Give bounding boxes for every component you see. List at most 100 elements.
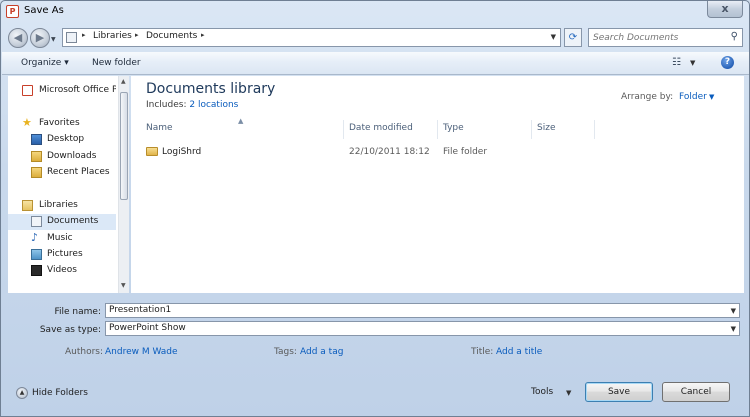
sidebar-item-music[interactable]: ♪ Music [8, 231, 116, 247]
address-dropdown-icon[interactable]: ▼ [551, 33, 556, 41]
column-header-name[interactable]: Name [146, 123, 173, 133]
documents-icon [31, 216, 42, 227]
tags-value[interactable]: Add a tag [300, 347, 343, 357]
sidebar-item-documents[interactable]: Documents [8, 214, 116, 230]
file-list-pane: Documents library Includes: 2 locations … [131, 76, 744, 293]
libraries-icon [22, 200, 33, 211]
chevron-right-icon[interactable]: ▸ [82, 31, 86, 39]
star-icon: ★ [22, 116, 32, 129]
sidebar-item-favorites[interactable]: ★ Favorites [8, 116, 116, 132]
sidebar-item-label: Pictures [47, 249, 83, 259]
title-value[interactable]: Add a title [496, 347, 542, 357]
sidebar-item-label: Libraries [39, 200, 78, 210]
save-button[interactable]: Save [585, 382, 653, 402]
arrange-by-label: Arrange by: [621, 92, 674, 102]
recent-places-icon [31, 167, 42, 178]
scroll-down-icon[interactable]: ▼ [121, 282, 126, 289]
file-date: 22/10/2011 18:12 [349, 147, 430, 157]
sidebar-item-pictures[interactable]: Pictures [8, 247, 116, 263]
file-name-label: File name: [54, 307, 101, 317]
music-icon: ♪ [31, 231, 39, 244]
sidebar-item-downloads[interactable]: Downloads [8, 149, 116, 165]
cancel-button[interactable]: Cancel [662, 382, 730, 402]
sidebar-item-desktop[interactable]: Desktop [8, 132, 116, 148]
file-row[interactable]: LogiShrd 22/10/2011 18:12 File folder [131, 144, 744, 160]
tools-menu[interactable]: Tools [531, 387, 553, 397]
arrange-by-value[interactable]: Folder [679, 92, 707, 102]
title-label: Title: [471, 347, 494, 357]
file-type: File folder [443, 147, 488, 157]
close-button[interactable]: x [707, 1, 743, 18]
file-name-value: Presentation1 [109, 305, 172, 315]
library-location-icon [66, 32, 77, 43]
column-divider[interactable] [531, 120, 532, 139]
column-header-date-modified[interactable]: Date modified [349, 123, 413, 133]
breadcrumb-documents[interactable]: Documents [146, 31, 197, 41]
breadcrumb-libraries[interactable]: Libraries [93, 31, 132, 41]
address-bar[interactable]: ▸ Libraries ▸ Documents ▸ ▼ [62, 28, 561, 47]
recent-pages-dropdown[interactable]: ▼ [51, 36, 56, 43]
chevron-up-icon: ▲ [16, 387, 28, 399]
save-type-select[interactable]: PowerPoint Show ▼ [105, 321, 740, 336]
tags-label: Tags: [274, 347, 297, 357]
help-icon[interactable]: ? [721, 56, 734, 69]
arrange-dropdown-icon[interactable]: ▼ [709, 93, 714, 101]
column-header-size[interactable]: Size [537, 123, 555, 133]
sidebar-item-office[interactable]: Microsoft Office Po [8, 83, 116, 99]
library-title: Documents library [146, 81, 276, 97]
save-type-label: Save as type: [39, 325, 101, 335]
window-title: Save As [24, 5, 64, 16]
sidebar-item-label: Microsoft Office Po [39, 85, 116, 95]
office-icon [22, 85, 33, 96]
includes-label: Includes: [146, 100, 187, 110]
chevron-right-icon[interactable]: ▸ [135, 31, 139, 39]
sidebar-item-videos[interactable]: Videos [8, 263, 116, 279]
sidebar-item-label: Favorites [39, 118, 80, 128]
sidebar-item-label: Recent Places [47, 167, 110, 177]
scroll-thumb[interactable] [120, 92, 128, 200]
navigation-pane: Microsoft Office Po ★ Favorites Desktop … [8, 76, 129, 293]
library-includes: Includes: 2 locations [146, 100, 238, 110]
sidebar-item-label: Videos [47, 265, 77, 275]
sidebar-item-recent-places[interactable]: Recent Places [8, 165, 116, 181]
hide-folders-label: Hide Folders [32, 388, 88, 398]
chevron-right-icon[interactable]: ▸ [201, 31, 205, 39]
authors-label: Authors: [65, 347, 104, 357]
save-type-value: PowerPoint Show [109, 323, 186, 333]
column-header-type[interactable]: Type [443, 123, 464, 133]
sidebar-item-label: Music [47, 233, 73, 243]
search-input[interactable] [593, 31, 723, 44]
save-as-dialog: P Save As x ◀ ▶ ▼ ▸ Libraries ▸ Document… [0, 0, 750, 417]
save-type-dropdown-icon[interactable]: ▼ [731, 325, 736, 333]
scroll-up-icon[interactable]: ▲ [121, 78, 126, 85]
sidebar-item-label: Downloads [47, 151, 97, 161]
authors-value[interactable]: Andrew M Wade [105, 347, 178, 357]
includes-locations-link[interactable]: 2 locations [189, 100, 238, 110]
search-icon[interactable]: ⚲ [731, 31, 738, 42]
search-box[interactable]: ⚲ [588, 28, 743, 47]
folder-icon [146, 147, 158, 156]
tools-dropdown-icon[interactable]: ▼ [566, 389, 571, 397]
command-toolbar: Organize ▾ New folder ☷ ▼ ? [2, 52, 749, 75]
powerpoint-app-icon: P [6, 5, 19, 18]
view-dropdown-icon[interactable]: ▼ [690, 59, 695, 67]
back-button[interactable]: ◀ [8, 28, 28, 48]
sidebar-item-label: Documents [47, 216, 99, 226]
refresh-button[interactable]: ⟳ [564, 28, 582, 47]
column-divider[interactable] [437, 120, 438, 139]
change-view-icon[interactable]: ☷ [672, 57, 681, 68]
downloads-icon [31, 151, 42, 162]
sidebar-item-libraries[interactable]: Libraries [8, 198, 116, 214]
file-name-dropdown-icon[interactable]: ▼ [731, 307, 736, 315]
forward-button[interactable]: ▶ [30, 28, 50, 48]
desktop-icon [31, 134, 42, 145]
file-name-input[interactable]: Presentation1 ▼ [105, 303, 740, 318]
column-divider[interactable] [343, 120, 344, 139]
new-folder-button[interactable]: New folder [92, 58, 141, 68]
column-divider[interactable] [594, 120, 595, 139]
file-name: LogiShrd [162, 147, 202, 157]
title-bar: P Save As x [1, 1, 749, 23]
organize-label: Organize [21, 58, 62, 68]
organize-menu[interactable]: Organize ▾ [21, 58, 69, 68]
nav-pane-scrollbar[interactable]: ▲ ▼ [118, 76, 129, 293]
